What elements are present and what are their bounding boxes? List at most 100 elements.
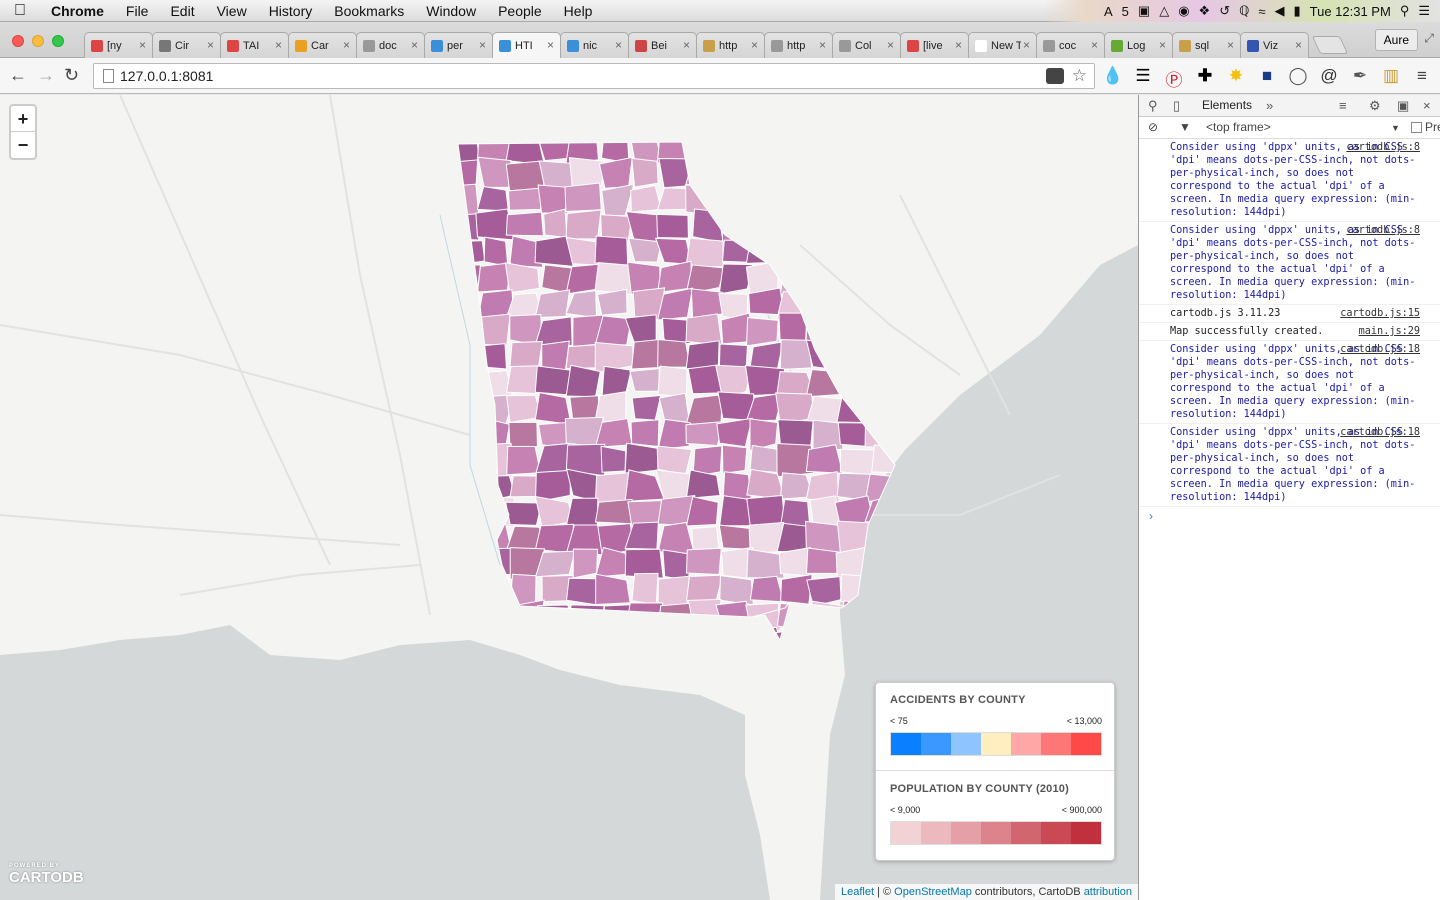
county-shape[interactable] bbox=[657, 338, 691, 368]
county-shape[interactable] bbox=[453, 345, 478, 367]
new-tab-button[interactable] bbox=[1311, 36, 1349, 54]
county-shape[interactable] bbox=[654, 237, 693, 265]
reload-icon[interactable]: ↻ bbox=[64, 65, 79, 86]
tab-close-icon[interactable]: × bbox=[1227, 38, 1234, 52]
tab-close-icon[interactable]: × bbox=[615, 38, 622, 52]
county-shape[interactable] bbox=[718, 343, 748, 370]
tab-close-icon[interactable]: × bbox=[139, 38, 146, 52]
county-shape[interactable] bbox=[630, 419, 660, 448]
county-shape[interactable] bbox=[508, 421, 538, 451]
minimize-window-button[interactable] bbox=[32, 35, 44, 47]
county-shape[interactable] bbox=[721, 444, 748, 474]
county-shape[interactable] bbox=[624, 602, 664, 632]
county-shape[interactable] bbox=[565, 364, 601, 398]
county-shape[interactable] bbox=[446, 526, 486, 554]
console-source-link[interactable]: cartodb.js:8 bbox=[1346, 141, 1420, 154]
county-shape[interactable] bbox=[685, 628, 719, 656]
county-shape[interactable] bbox=[509, 340, 543, 368]
county-shape[interactable] bbox=[535, 631, 571, 653]
county-shape[interactable] bbox=[477, 604, 511, 628]
county-shape[interactable] bbox=[601, 183, 635, 217]
county-shape[interactable] bbox=[448, 497, 486, 525]
county-shape[interactable] bbox=[779, 266, 815, 296]
county-shape[interactable] bbox=[746, 494, 786, 526]
county-shape[interactable] bbox=[685, 394, 723, 426]
county-shape[interactable] bbox=[870, 212, 897, 241]
county-shape[interactable] bbox=[749, 213, 786, 240]
county-shape[interactable] bbox=[534, 289, 571, 319]
county-shape[interactable] bbox=[564, 182, 602, 212]
notification-icon[interactable]: ◉ bbox=[1178, 3, 1189, 19]
county-shape[interactable] bbox=[657, 575, 690, 608]
county-shape[interactable] bbox=[446, 240, 486, 267]
browser-tab[interactable]: New T × bbox=[968, 32, 1037, 58]
menu-file[interactable]: File bbox=[115, 3, 160, 19]
chrome-menu-icon[interactable]: ≡ bbox=[1412, 66, 1432, 91]
county-shape[interactable] bbox=[483, 236, 509, 267]
county-shape[interactable] bbox=[543, 208, 568, 238]
browser-tab[interactable]: http × bbox=[764, 32, 833, 58]
county-shape[interactable] bbox=[745, 237, 785, 264]
inspect-icon[interactable]: ⚲ bbox=[1148, 98, 1158, 114]
browser-tab[interactable]: Log × bbox=[1104, 32, 1173, 58]
county-shape[interactable] bbox=[716, 417, 753, 448]
county-shape[interactable] bbox=[896, 365, 932, 397]
browser-tab[interactable]: nic × bbox=[560, 32, 629, 58]
county-shape[interactable] bbox=[868, 340, 901, 374]
county-shape[interactable] bbox=[477, 156, 512, 188]
county-shape[interactable] bbox=[804, 289, 846, 316]
menu-help[interactable]: Help bbox=[553, 3, 604, 19]
county-shape[interactable] bbox=[481, 547, 515, 577]
county-shape[interactable] bbox=[628, 132, 663, 163]
county-shape[interactable] bbox=[903, 212, 934, 242]
county-shape[interactable] bbox=[749, 575, 785, 603]
menu-edit[interactable]: Edit bbox=[159, 3, 205, 19]
county-shape[interactable] bbox=[656, 213, 689, 239]
menu-people[interactable]: People bbox=[487, 3, 553, 19]
tab-close-icon[interactable]: × bbox=[1091, 38, 1098, 52]
county-shape[interactable] bbox=[631, 157, 659, 188]
county-shape[interactable] bbox=[866, 132, 903, 159]
plus-extension-icon[interactable]: ✚ bbox=[1195, 66, 1215, 91]
tab-close-icon[interactable]: × bbox=[683, 38, 690, 52]
browser-tab[interactable]: sql × bbox=[1172, 32, 1241, 58]
county-shape[interactable] bbox=[864, 393, 903, 421]
county-shape[interactable] bbox=[658, 392, 691, 423]
county-shape[interactable] bbox=[505, 131, 546, 166]
tab-close-icon[interactable]: × bbox=[751, 38, 758, 52]
county-shape[interactable] bbox=[776, 602, 813, 632]
notification-center-icon[interactable]: ☰ bbox=[1418, 3, 1430, 19]
county-shape[interactable] bbox=[899, 344, 930, 369]
county-shape[interactable] bbox=[446, 133, 480, 165]
address-url[interactable]: 127.0.0.1:8081 bbox=[120, 68, 213, 84]
county-shape[interactable] bbox=[565, 497, 599, 527]
clock-text[interactable]: Tue 12:31 PM bbox=[1310, 4, 1391, 19]
openstreetmap-link[interactable]: OpenStreetMap bbox=[894, 886, 972, 898]
browser-tab[interactable]: per × bbox=[424, 32, 493, 58]
county-shape[interactable] bbox=[505, 211, 544, 237]
county-shape[interactable] bbox=[535, 604, 573, 633]
county-shape[interactable] bbox=[657, 602, 695, 627]
forward-icon[interactable]: → bbox=[37, 65, 55, 86]
county-shape[interactable] bbox=[746, 317, 779, 347]
menu-chrome[interactable]: Chrome bbox=[40, 3, 115, 19]
county-shape[interactable] bbox=[839, 448, 876, 476]
console-drawer-icon[interactable]: ≡ bbox=[1339, 98, 1347, 113]
county-shape[interactable] bbox=[687, 137, 725, 165]
console-source-link[interactable]: cartodb.js:18 bbox=[1340, 343, 1420, 356]
county-shape[interactable] bbox=[749, 186, 785, 216]
county-shape[interactable] bbox=[631, 394, 662, 421]
county-shape[interactable] bbox=[839, 341, 870, 371]
preserve-log-checkbox[interactable] bbox=[1411, 122, 1422, 133]
eyedropper-icon[interactable]: ✒ bbox=[1350, 66, 1370, 91]
county-shape[interactable] bbox=[507, 187, 544, 211]
tab-close-icon[interactable]: × bbox=[547, 38, 554, 52]
battery-icon[interactable]: ▮ bbox=[1293, 3, 1300, 19]
browser-tab[interactable]: http × bbox=[696, 32, 765, 58]
county-shape[interactable] bbox=[836, 239, 870, 266]
devtools-tab-elements[interactable]: Elements bbox=[1202, 98, 1252, 112]
browser-tab[interactable]: HTI × bbox=[492, 32, 561, 58]
county-shape[interactable] bbox=[657, 365, 688, 397]
county-shape[interactable] bbox=[446, 393, 484, 424]
county-shape[interactable] bbox=[867, 364, 904, 398]
